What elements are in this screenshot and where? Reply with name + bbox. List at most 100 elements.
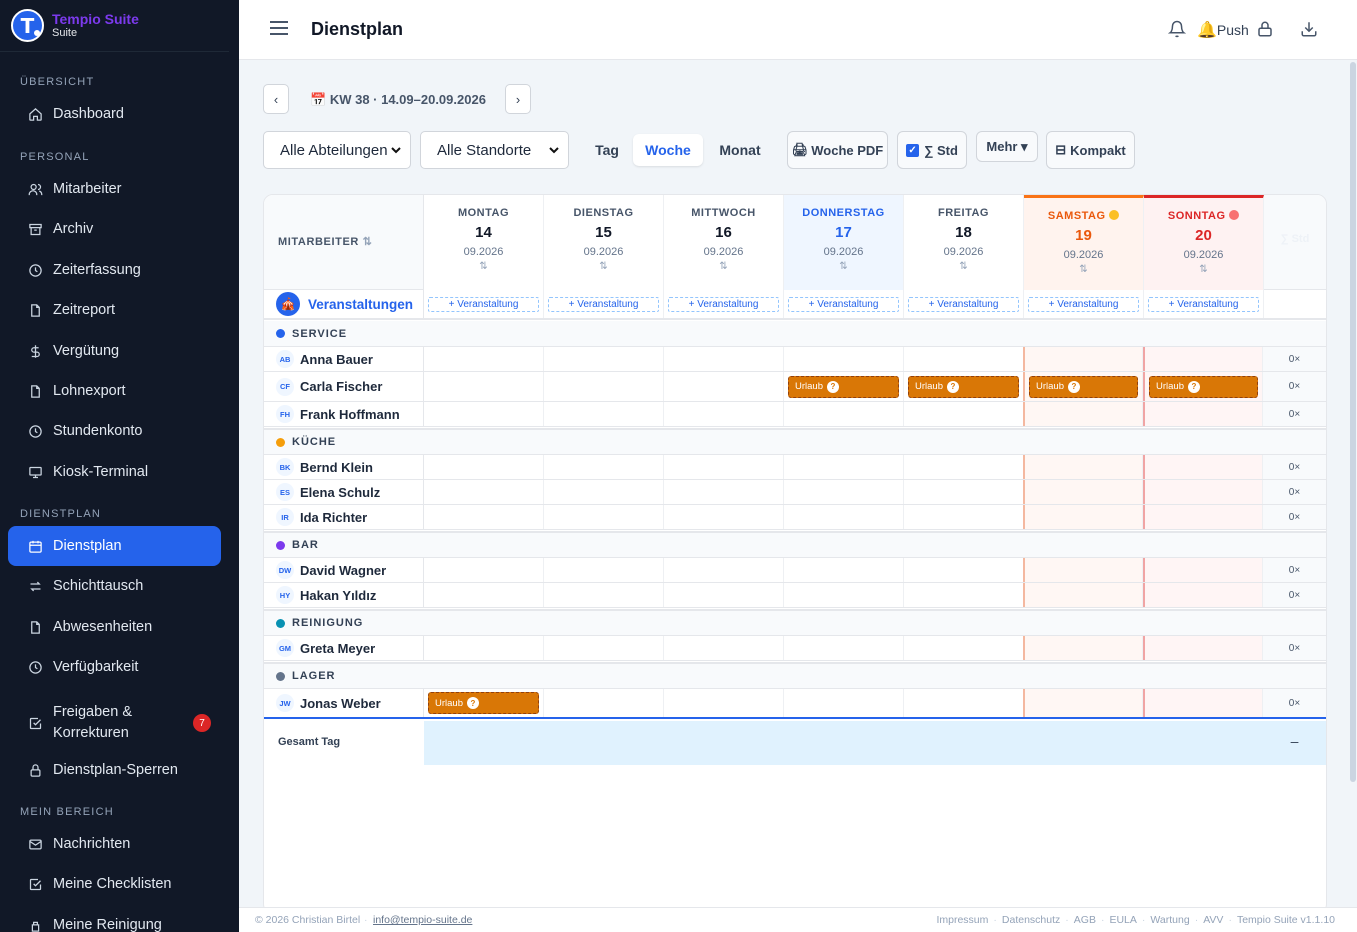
- sum-hours-toggle[interactable]: ✓ ∑ Std: [897, 131, 967, 169]
- shift-cell[interactable]: [424, 372, 544, 401]
- day-header-dienstag[interactable]: DIENSTAG 15 09.2026 ⇅: [544, 195, 664, 290]
- shift-cell[interactable]: [904, 505, 1024, 529]
- sidebar-item-vergütung[interactable]: Vergütung: [8, 331, 221, 371]
- footer-link[interactable]: Datenschutz: [1002, 914, 1060, 926]
- shift-cell[interactable]: [544, 372, 664, 401]
- prev-week-button[interactable]: ‹: [263, 84, 289, 114]
- employee-name-cell[interactable]: AB Anna Bauer: [264, 347, 424, 371]
- shift-cell[interactable]: [1023, 455, 1143, 479]
- shift-cell[interactable]: [424, 480, 544, 504]
- shift-cell[interactable]: [664, 583, 784, 607]
- shift-cell[interactable]: [1023, 505, 1143, 529]
- shift-cell[interactable]: [544, 505, 664, 529]
- shift-cell[interactable]: [1023, 636, 1143, 660]
- scrollbar[interactable]: [1349, 60, 1357, 907]
- employee-name-cell[interactable]: ES Elena Schulz: [264, 480, 424, 504]
- absence-block[interactable]: Urlaub?: [1029, 375, 1138, 398]
- view-tag-button[interactable]: Tag: [582, 134, 632, 166]
- shift-cell[interactable]: [544, 455, 664, 479]
- department-select[interactable]: Alle Abteilungen: [263, 131, 411, 169]
- shift-cell[interactable]: [784, 583, 904, 607]
- day-header-donnerstag[interactable]: DONNERSTAG 17 09.2026 ⇅: [784, 195, 904, 290]
- week-pdf-button[interactable]: 🖨 Woche PDF: [787, 131, 888, 169]
- shift-cell[interactable]: Urlaub?: [1023, 372, 1143, 401]
- sort-icon[interactable]: ⇅: [544, 261, 663, 272]
- add-event-button[interactable]: + Veranstaltung: [548, 297, 659, 312]
- help-icon[interactable]: ?: [827, 380, 839, 393]
- employee-name-cell[interactable]: DW David Wagner: [264, 558, 424, 582]
- day-header-mittwoch[interactable]: MITTWOCH 16 09.2026 ⇅: [664, 195, 784, 290]
- absence-block[interactable]: Urlaub?: [908, 375, 1019, 398]
- employee-name-cell[interactable]: IR Ida Richter: [264, 505, 424, 529]
- shift-cell[interactable]: [1023, 347, 1143, 371]
- employee-name-cell[interactable]: FH Frank Hoffmann: [264, 402, 424, 426]
- shift-cell[interactable]: [544, 636, 664, 660]
- employee-column-header[interactable]: MITARBEITER ⇅: [278, 235, 372, 248]
- sort-icon[interactable]: ⇅: [1024, 264, 1143, 275]
- shift-cell[interactable]: [544, 558, 664, 582]
- shift-cell[interactable]: [1143, 480, 1263, 504]
- sidebar-item-zeitreport[interactable]: Zeitreport: [8, 290, 221, 330]
- shift-cell[interactable]: [784, 505, 904, 529]
- shift-cell[interactable]: [904, 558, 1024, 582]
- employee-name-cell[interactable]: GM Greta Meyer: [264, 636, 424, 660]
- shift-cell[interactable]: [664, 347, 784, 371]
- shift-cell[interactable]: [544, 347, 664, 371]
- footer-email-link[interactable]: info@tempio-suite.de: [373, 914, 472, 926]
- sidebar-item-freigaben[interactable]: Freigaben & Korrekturen 7: [8, 698, 221, 748]
- shift-cell[interactable]: [664, 372, 784, 401]
- shift-cell[interactable]: [544, 402, 664, 426]
- shift-cell[interactable]: [904, 347, 1024, 371]
- sidebar-item-dienstplan-sperren[interactable]: Dienstplan-Sperren: [8, 750, 221, 790]
- shift-cell[interactable]: [904, 480, 1024, 504]
- sidebar-item-meine-reinigung[interactable]: Meine Reinigung: [8, 905, 221, 932]
- sort-icon[interactable]: ⇅: [904, 261, 1023, 272]
- shift-cell[interactable]: [904, 636, 1024, 660]
- shift-cell[interactable]: [784, 402, 904, 426]
- sort-icon[interactable]: ⇅: [784, 261, 903, 272]
- absence-block[interactable]: Urlaub?: [788, 375, 899, 398]
- shift-cell[interactable]: [1143, 505, 1263, 529]
- employee-name-cell[interactable]: HY Hakan Yıldız: [264, 583, 424, 607]
- absence-block[interactable]: Urlaub?: [428, 692, 539, 714]
- sidebar-item-mitarbeiter[interactable]: Mitarbeiter: [8, 169, 221, 209]
- footer-link[interactable]: EULA: [1109, 914, 1136, 926]
- sidebar-item-schichttausch[interactable]: Schichttausch: [8, 566, 221, 606]
- absence-block[interactable]: Urlaub?: [1149, 375, 1258, 398]
- sidebar-item-abwesenheiten[interactable]: Abwesenheiten: [8, 607, 221, 647]
- employee-name-cell[interactable]: CF Carla Fischer: [264, 372, 424, 401]
- menu-icon[interactable]: [270, 21, 288, 35]
- sort-icon[interactable]: ⇅: [1144, 264, 1263, 275]
- add-event-button[interactable]: + Veranstaltung: [668, 297, 779, 312]
- shift-cell[interactable]: [904, 583, 1024, 607]
- employee-name-cell[interactable]: JW Jonas Weber: [264, 689, 424, 717]
- sort-icon[interactable]: ⇅: [424, 261, 543, 272]
- sidebar-item-kiosk-terminal[interactable]: Kiosk-Terminal: [8, 452, 221, 492]
- sidebar-item-stundenkonto[interactable]: Stundenkonto: [8, 411, 221, 451]
- shift-cell[interactable]: [1023, 402, 1143, 426]
- add-event-button[interactable]: + Veranstaltung: [1148, 297, 1259, 312]
- shift-cell[interactable]: [424, 505, 544, 529]
- help-icon[interactable]: ?: [1188, 380, 1200, 393]
- shift-cell[interactable]: [784, 558, 904, 582]
- shift-cell[interactable]: [664, 689, 784, 717]
- next-week-button[interactable]: ›: [505, 84, 531, 114]
- sidebar-item-verfügbarkeit[interactable]: Verfügbarkeit: [8, 647, 221, 687]
- download-icon[interactable]: [1300, 20, 1318, 38]
- lock-icon[interactable]: [1256, 20, 1274, 38]
- shift-cell[interactable]: [544, 480, 664, 504]
- sidebar-item-meine-checklisten[interactable]: Meine Checklisten: [8, 864, 221, 904]
- footer-link[interactable]: Impressum: [936, 914, 988, 926]
- shift-cell[interactable]: [784, 636, 904, 660]
- sidebar-item-zeiterfassung[interactable]: Zeiterfassung: [8, 250, 221, 290]
- brand[interactable]: T Tempio Suite Suite: [0, 0, 229, 52]
- add-event-button[interactable]: + Veranstaltung: [788, 297, 899, 312]
- shift-cell[interactable]: [1143, 583, 1263, 607]
- shift-cell[interactable]: [1023, 558, 1143, 582]
- shift-cell[interactable]: [904, 455, 1024, 479]
- shift-cell[interactable]: [784, 689, 904, 717]
- footer-link[interactable]: AVV: [1203, 914, 1223, 926]
- shift-cell[interactable]: Urlaub?: [1143, 372, 1263, 401]
- shift-cell[interactable]: [904, 402, 1024, 426]
- bell-icon[interactable]: [1168, 20, 1186, 38]
